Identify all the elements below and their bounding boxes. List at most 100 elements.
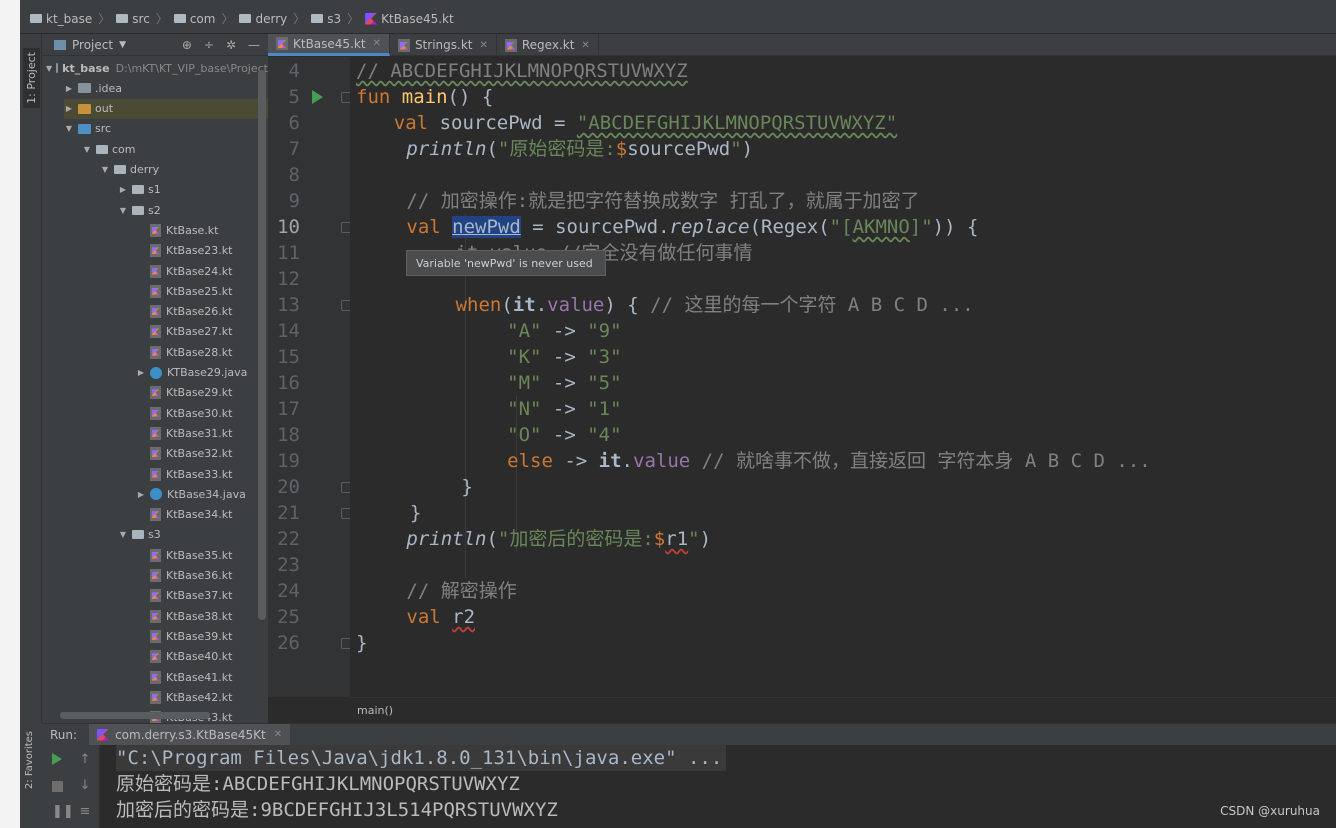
editor-breadcrumb[interactable]: main(): [350, 697, 1336, 723]
chevron-down-icon[interactable]: ▼: [82, 145, 92, 154]
breadcrumb-item[interactable]: kt_base: [30, 12, 92, 26]
tree-item[interactable]: ▼ kt_base D:\mKT\KT_VIP_base\Project: [46, 58, 268, 78]
breadcrumb-item[interactable]: KtBase45.kt: [365, 12, 454, 26]
chevron-right-icon[interactable]: ▶: [136, 368, 146, 377]
close-icon[interactable]: ✕: [373, 38, 381, 49]
watermark: CSDN @xuruhua: [1220, 804, 1320, 818]
favorites-tool-button[interactable]: 2: Favorites: [24, 731, 35, 789]
pause-icon[interactable]: ❚❚: [52, 805, 74, 819]
stop-icon[interactable]: [52, 781, 63, 792]
package-icon: [132, 185, 144, 195]
tree-item[interactable]: KtBase31.kt: [136, 423, 268, 443]
tree-item[interactable]: KtBase42.kt: [136, 687, 268, 707]
locate-icon[interactable]: ⊕: [182, 38, 192, 52]
line-number: 15: [277, 346, 300, 368]
soft-wrap-icon[interactable]: ≡: [78, 805, 92, 819]
rerun-icon[interactable]: [52, 753, 62, 765]
tree-item[interactable]: KtBase38.kt: [136, 606, 268, 626]
tree-item[interactable]: ▼ com: [82, 139, 268, 159]
arrow-down-icon[interactable]: ↓: [78, 779, 92, 793]
chevron-down-icon[interactable]: ▼: [46, 64, 52, 73]
run-config-tab[interactable]: com.derry.s3.KtBase45Kt ✕: [89, 723, 291, 746]
tree-item[interactable]: ▼ s2: [118, 200, 268, 220]
line-number: 6: [288, 112, 300, 134]
project-horizontal-scrollbar[interactable]: [60, 712, 210, 719]
run-icon[interactable]: [312, 90, 323, 104]
tree-item[interactable]: KtBase37.kt: [136, 586, 268, 606]
kotlin-file-icon: [150, 426, 161, 440]
package-icon: [96, 144, 108, 154]
project-tool-button[interactable]: 1: Project: [23, 48, 40, 108]
kotlin-file-icon: [150, 223, 161, 237]
chevron-down-icon[interactable]: ▼: [118, 530, 128, 539]
tree-item[interactable]: KtBase35.kt: [136, 545, 268, 565]
close-icon[interactable]: ✕: [479, 40, 487, 51]
kotlin-file-icon: [150, 284, 161, 298]
close-icon[interactable]: ✕: [274, 729, 282, 740]
line-number: 10: [277, 216, 300, 238]
tree-item[interactable]: ▶ KTBase29.java: [136, 363, 268, 383]
run-console[interactable]: "C:\Program Files\Java\jdk1.8.0_131\bin\…: [100, 745, 1336, 828]
tree-item[interactable]: ▼ s3: [118, 525, 268, 545]
tree-item-label: kt_base: [62, 61, 110, 75]
tree-item[interactable]: KtBase24.kt: [136, 261, 268, 281]
editor-tab[interactable]: Regex.kt ✕: [497, 34, 599, 56]
kotlin-file-icon: [150, 264, 161, 278]
tree-item[interactable]: KtBase33.kt: [136, 464, 268, 484]
editor-tab[interactable]: KtBase45.kt ✕: [268, 34, 390, 56]
gear-icon[interactable]: ✲: [226, 38, 236, 52]
collapse-all-icon[interactable]: ÷: [204, 38, 214, 52]
tree-item[interactable]: KtBase.kt: [136, 220, 268, 240]
chevron-down-icon[interactable]: ▼: [118, 206, 128, 215]
tree-item[interactable]: KtBase28.kt: [136, 342, 268, 362]
chevron-down-icon[interactable]: ▼: [100, 165, 110, 174]
code-line: }: [410, 500, 421, 526]
breadcrumb-label: kt_base: [46, 11, 93, 26]
arrow-up-icon[interactable]: ↑: [78, 753, 92, 767]
project-scrollbar[interactable]: [258, 70, 266, 620]
tree-item[interactable]: ▶ KtBase34.java: [136, 484, 268, 504]
line-number: 4: [288, 60, 300, 82]
tree-item[interactable]: KtBase23.kt: [136, 241, 268, 261]
breadcrumb-item[interactable]: src: [116, 12, 150, 26]
tree-item[interactable]: ▼ src: [64, 119, 268, 139]
editor-tab[interactable]: Strings.kt ✕: [390, 34, 497, 56]
project-view-selector[interactable]: Project ▼: [54, 38, 126, 52]
unresolved-ref: r1: [665, 528, 689, 550]
tree-item[interactable]: KtBase36.kt: [136, 566, 268, 586]
chevron-right-icon[interactable]: ▶: [136, 490, 146, 499]
close-icon[interactable]: ✕: [581, 40, 589, 51]
tree-item[interactable]: KtBase34.kt: [136, 505, 268, 525]
tree-item[interactable]: ▶ out: [64, 98, 268, 119]
string-literal: "O": [507, 424, 542, 446]
tree-item[interactable]: KtBase29.kt: [136, 383, 268, 403]
chevron-down-icon[interactable]: ▼: [64, 124, 74, 133]
code-editor[interactable]: // ABCDEFGHIJKLMNOPQRSTUVWXYZ fun main() …: [350, 57, 1336, 697]
tab-label: KtBase45.kt: [293, 36, 366, 51]
comment: // 就啥事不做，直接返回 字符本身 A B C D ...: [690, 450, 1151, 472]
tree-item[interactable]: ▼ derry: [100, 160, 268, 180]
tree-item[interactable]: KtBase41.kt: [136, 667, 268, 687]
tree-item[interactable]: ▶ .idea: [64, 78, 268, 98]
chevron-right-icon[interactable]: ▶: [64, 104, 74, 113]
chevron-right-icon[interactable]: ▶: [118, 185, 128, 194]
kotlin-file-icon: [150, 650, 161, 664]
string-literal: "9": [587, 320, 622, 342]
tree-item[interactable]: KtBase27.kt: [136, 322, 268, 342]
hide-icon[interactable]: —: [248, 38, 260, 52]
tree-item[interactable]: ▶ s1: [118, 180, 268, 200]
tree-item[interactable]: KtBase25.kt: [136, 281, 268, 301]
tree-item[interactable]: KtBase30.kt: [136, 403, 268, 423]
breadcrumb-item[interactable]: derry: [239, 12, 287, 26]
chevron-right-icon[interactable]: ▶: [64, 84, 74, 93]
tree-item[interactable]: KtBase40.kt: [136, 647, 268, 667]
tree-item[interactable]: KtBase39.kt: [136, 626, 268, 646]
tree-item[interactable]: KtBase26.kt: [136, 302, 268, 322]
line-number: 16: [277, 372, 300, 394]
tree-item[interactable]: KtBase32.kt: [136, 444, 268, 464]
punct: ) {: [604, 294, 651, 316]
breadcrumb-label: KtBase45.kt: [381, 11, 454, 26]
breadcrumb-item[interactable]: s3: [311, 12, 341, 26]
breadcrumb-item[interactable]: com: [173, 12, 215, 26]
